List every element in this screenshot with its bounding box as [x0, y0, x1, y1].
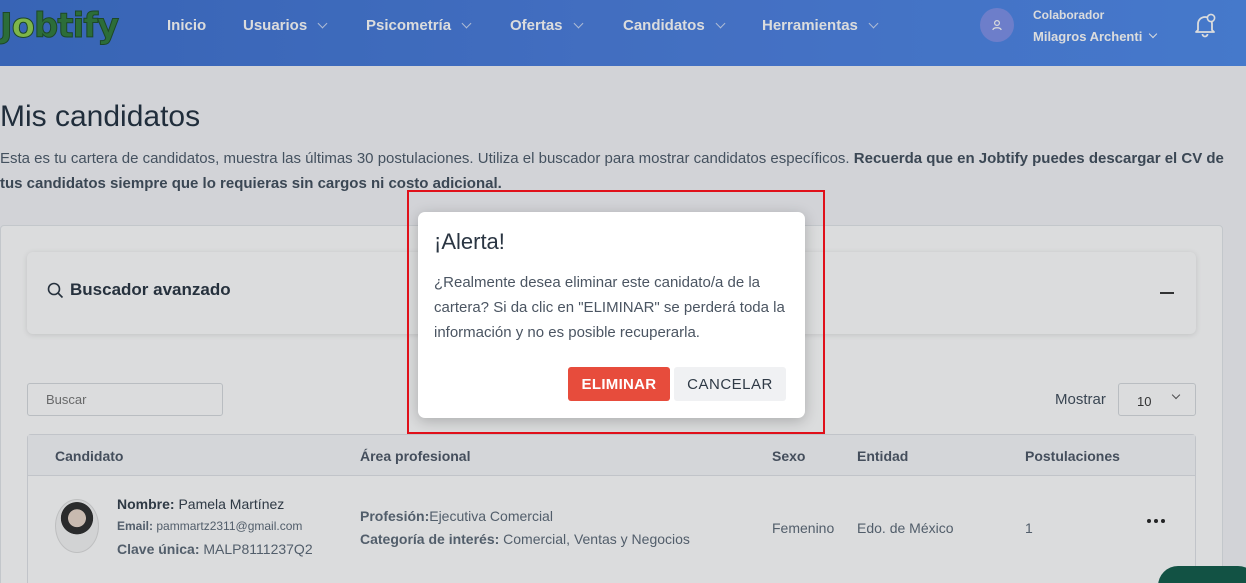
- highlight-box: [407, 190, 825, 434]
